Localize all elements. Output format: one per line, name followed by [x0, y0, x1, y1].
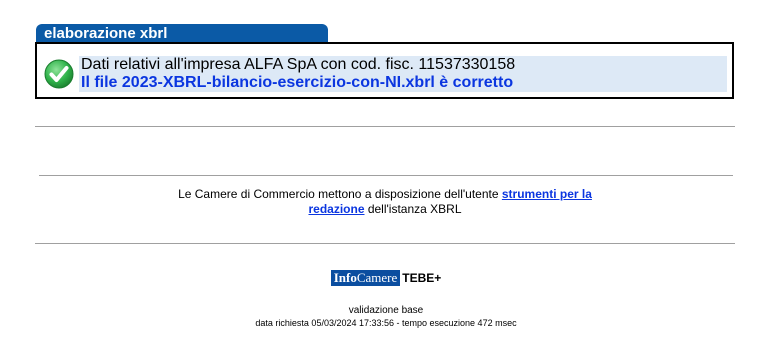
infocamere-logo: InfoCamere	[330, 269, 401, 286]
branding: InfoCamere TEBE+	[0, 269, 772, 286]
tools-link-continuation[interactable]: redazione	[308, 202, 364, 216]
company-info-text: Dati relativi all'impresa ALFA SpA con c…	[81, 56, 516, 73]
result-panel: Dati relativi all'impresa ALFA SpA con c…	[35, 42, 734, 99]
divider	[35, 126, 735, 127]
checkmark-icon	[44, 59, 74, 89]
logo-text-info: Info	[333, 269, 357, 285]
section-tab-label: elaborazione xbrl	[44, 25, 168, 42]
tools-link[interactable]: strumenti per la	[502, 187, 592, 201]
request-details: data richiesta 05/03/2024 17:33:56 - tem…	[255, 318, 517, 328]
validation-mode: validazione base	[348, 305, 424, 316]
tools-info-text: Le Camere di Commercio mettono a disposi…	[36, 187, 734, 217]
tools-info-prefix: Le Camere di Commercio mettono a disposi…	[178, 187, 502, 201]
divider	[35, 243, 735, 244]
tools-info-suffix: dell'istanza XBRL	[364, 202, 462, 216]
validation-result-text: Il file 2023-XBRL-bilancio-esercizio-con…	[81, 74, 514, 91]
logo-text-camere: Camere	[356, 269, 398, 285]
product-name: TEBE+	[402, 270, 442, 285]
section-tab: elaborazione xbrl	[36, 24, 328, 42]
divider	[39, 175, 733, 176]
